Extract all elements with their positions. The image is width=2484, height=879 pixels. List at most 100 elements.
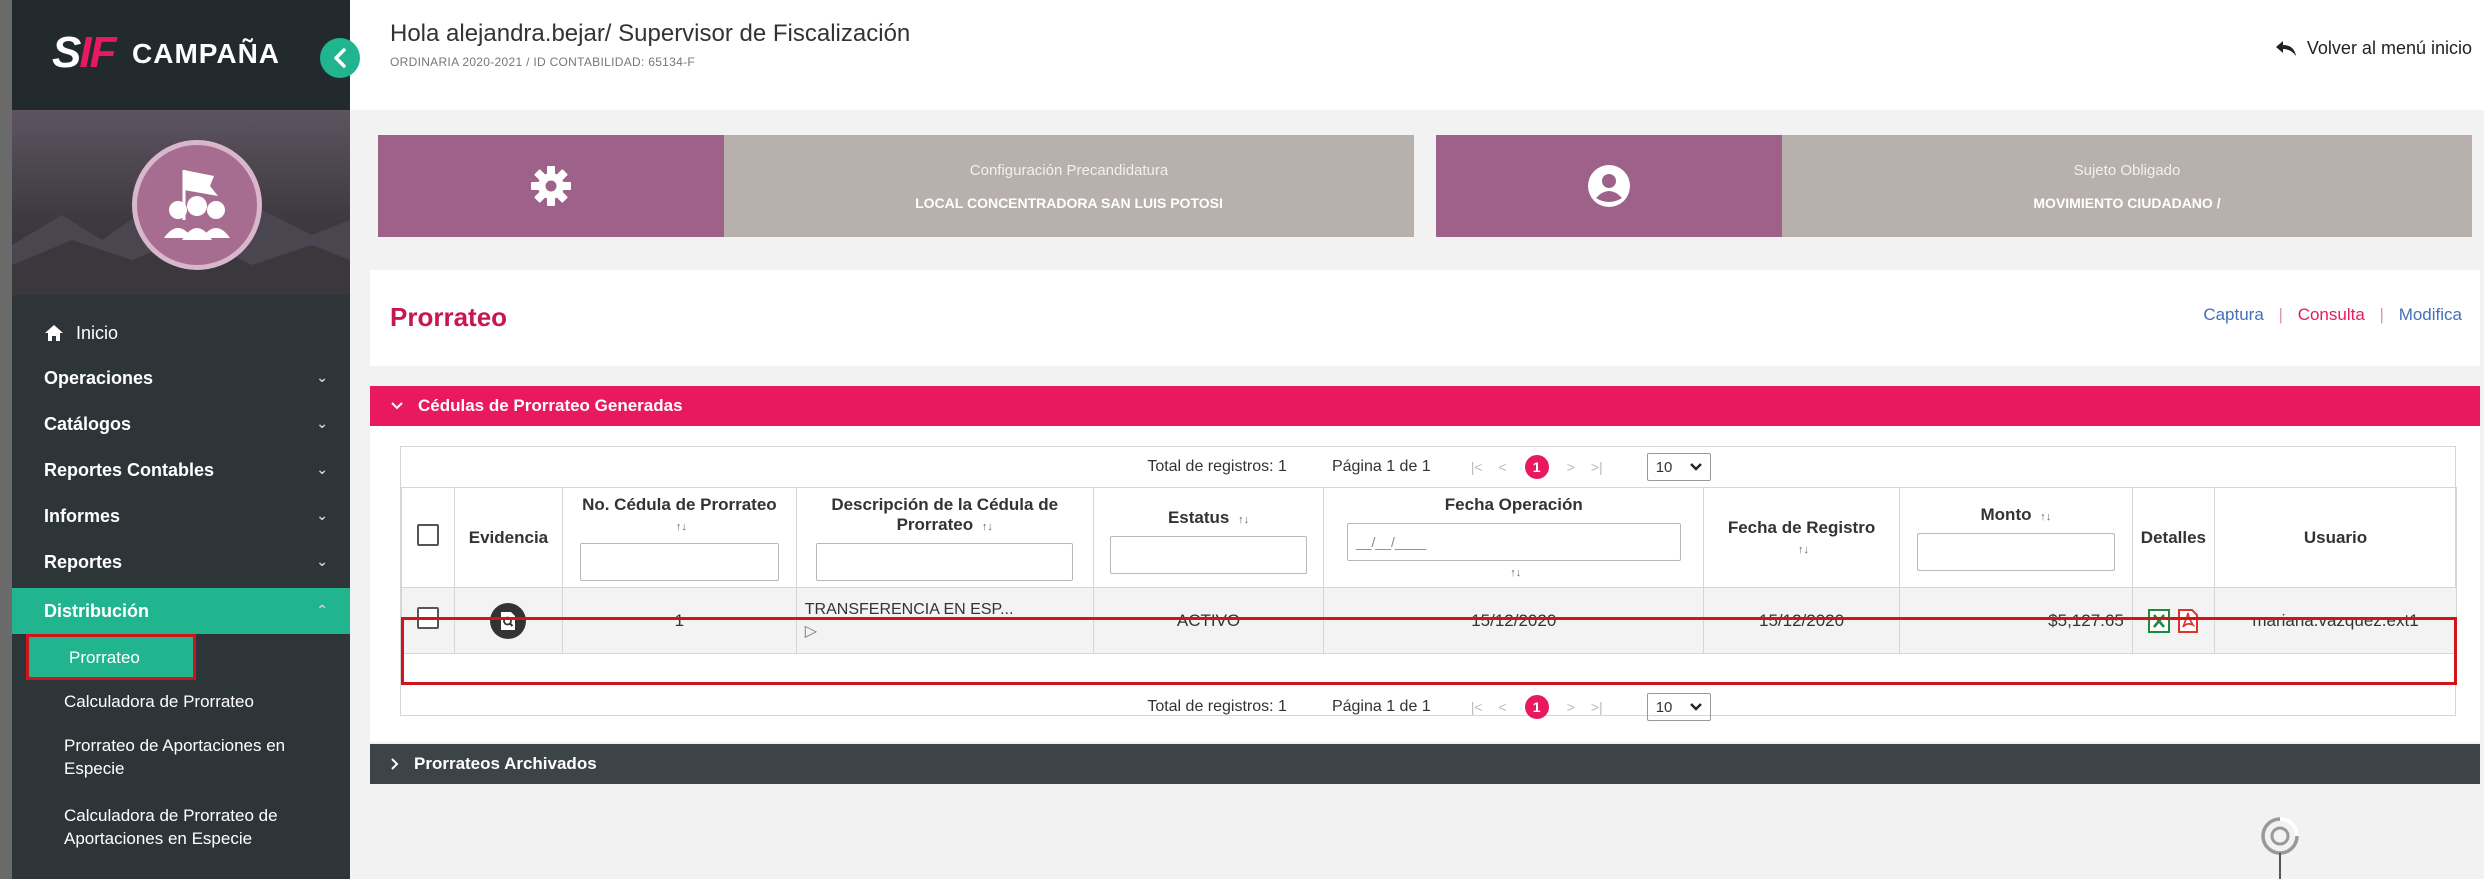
back-to-menu-link[interactable]: Volver al menú inicio [2275,38,2472,59]
pager-top: Total de registros: 1 Página 1 de 1 |< <… [401,447,2457,487]
modifica-link[interactable]: Modifica [2399,305,2462,324]
first-page-icon[interactable]: |< [1471,459,1483,475]
sort-icon[interactable]: ↑↓ [982,521,993,533]
pdf-icon[interactable] [2177,608,2199,633]
sidebar-edge [0,0,12,879]
chevron-down-icon [1689,703,1702,711]
sidebar-item-operaciones[interactable]: Operaciones ⌄ [12,355,350,401]
evidencia-cell [453,587,563,654]
subject-card-icon-box [1436,135,1782,237]
table-header-row: Evidencia No. Cédula de Prorrateo ↑↓ Des… [401,487,2457,588]
user-circle-icon [1588,165,1630,207]
logo-text: CAMPAÑA [132,38,281,69]
profile-hero [12,110,350,295]
page-size-value: 10 [1655,698,1673,716]
page-title-bar: Prorrateo Captura | Consulta | Modifica [370,270,2480,366]
evidencia-header: Evidencia [453,487,563,588]
sidebar-subitem-calculadora-prorrateo[interactable]: Calculadora de Prorrateo [12,690,350,713]
current-page-button[interactable]: 1 [1524,695,1549,719]
current-page-button[interactable]: 1 [1524,455,1549,479]
prev-page-icon[interactable]: < [1499,699,1507,715]
next-page-icon[interactable]: > [1567,699,1575,715]
sidebar-item-reportes-contables[interactable]: Reportes Contables ⌄ [12,447,350,493]
sidebar-subitem-calculadora-aportaciones[interactable]: Calculadora de Prorrateo de Aportaciones… [12,804,312,850]
no-cedula-header[interactable]: No. Cédula de Prorrateo ↑↓ [561,487,797,588]
sidebar-subitem-prorrateo[interactable]: Prorrateo [26,634,196,680]
expand-description-icon[interactable]: ▷ [805,623,817,640]
sidebar-item-distribucion[interactable]: Distribución ⌃ [12,588,350,634]
descripcion-header-label: Descripción de la Cédula de Prorrateo [831,494,1059,534]
config-card-value: LOCAL CONCENTRADORA SAN LUIS POTOSI [915,194,1223,211]
sort-icon[interactable]: ↑↓ [1238,514,1249,526]
excel-icon[interactable] [2148,608,2171,633]
page-size-select[interactable]: 10 [1646,453,1711,481]
group-avatar-icon [132,140,262,270]
estatus-filter-input[interactable] [1110,536,1307,574]
loading-cursor-icon [2261,817,2299,879]
estatus-header[interactable]: Estatus ↑↓ [1092,487,1325,588]
descripcion-cell: TRANSFERENCIA EN ESP... ▷ [795,587,1094,654]
descripcion-header[interactable]: Descripción de la Cédula de Prorrateo ↑↓ [795,487,1094,588]
row-checkbox[interactable] [416,607,439,629]
fecha-operacion-filter-input[interactable]: __/__/____ [1346,522,1681,561]
fecha-registro-cell: 15/12/2020 [1703,587,1900,654]
next-page-icon[interactable]: > [1567,459,1575,475]
chevron-down-icon: ⌄ [316,507,328,523]
descripcion-filter-input[interactable] [815,542,1074,581]
select-all-checkbox[interactable] [416,524,439,546]
sidebar-item-label: Reportes Contables [44,459,215,480]
panel-title: Cédulas de Prorrateo Generadas [418,396,683,415]
sort-icon[interactable]: ↑↓ [1798,544,1809,556]
chevron-down-icon [1689,463,1702,471]
consulta-link[interactable]: Consulta [2298,305,2365,324]
config-card-info: Configuración Precandidatura LOCAL CONCE… [724,135,1414,237]
no-cedula-filter-input[interactable] [579,542,780,581]
sidebar-item-label: Inicio [76,322,119,343]
sort-icon[interactable]: ↑↓ [676,521,687,533]
generated-cedulas-panel-toggle[interactable]: Cédulas de Prorrateo Generadas [370,386,2480,426]
sidebar-subitem-prorrateo-aportaciones[interactable]: Prorrateo de Aportaciones en Especie [12,734,312,780]
prev-page-icon[interactable]: < [1499,459,1507,475]
subject-card-info: Sujeto Obligado MOVIMIENTO CIUDADANO / [1782,135,2472,237]
pager-bottom: Total de registros: 1 Página 1 de 1 |< <… [401,687,2457,727]
link-separator: | [2379,305,2384,324]
captura-link[interactable]: Captura [2203,305,2263,324]
sort-icon[interactable]: ↑↓ [1510,567,1521,579]
archived-prorrateos-panel-toggle[interactable]: Prorrateos Archivados [370,744,2480,784]
collapse-sidebar-button[interactable] [320,38,360,78]
archived-panel-title: Prorrateos Archivados [414,754,597,773]
sidebar-item-inicio[interactable]: Inicio [12,310,350,356]
chevron-up-icon: ⌃ [316,602,328,618]
fecha-registro-header[interactable]: Fecha de Registro ↑↓ [1703,487,1900,588]
back-to-menu-label: Volver al menú inicio [2306,38,2472,58]
chevron-down-icon: ⌄ [316,461,328,477]
home-icon [45,325,63,341]
cedulas-table: Evidencia No. Cédula de Prorrateo ↑↓ Des… [401,487,2457,654]
monto-header[interactable]: Monto ↑↓ [1898,487,2133,588]
fecha-operacion-header[interactable]: Fecha Operación __/__/____ ↑↓ [1323,487,1705,588]
chevron-down-icon: ⌄ [316,415,328,431]
sidebar-subitem-label: Prorrateo de Aportaciones en Especie [64,736,286,778]
last-page-icon[interactable]: >| [1591,459,1603,475]
last-page-icon[interactable]: >| [1591,699,1603,715]
view-evidence-button[interactable] [490,602,527,639]
sidebar-item-catalogos[interactable]: Catálogos ⌄ [12,401,350,447]
monto-filter-input[interactable] [1916,532,2116,571]
sort-icon[interactable]: ↑↓ [2040,511,2051,523]
fecha-operacion-header-label: Fecha Operación [1444,494,1583,514]
sidebar-item-reportes[interactable]: Reportes ⌄ [12,539,350,585]
monto-header-label: Monto [1980,504,2032,524]
sidebar-item-label: Catálogos [44,413,132,434]
chevron-right-icon [391,758,399,770]
sidebar-item-label: Reportes [44,551,123,572]
row-select-cell [401,587,455,654]
sidebar-item-informes[interactable]: Informes ⌄ [12,493,350,539]
table-row[interactable]: 1 TRANSFERENCIA EN ESP... ▷ ACTIVO 15/12… [401,587,2457,654]
page-indicator: Página 1 de 1 [1331,698,1431,715]
accounting-id: ORDINARIA 2020-2021 / ID CONTABILIDAD: 6… [390,55,696,69]
chevron-down-icon [391,402,403,410]
detalles-header: Detalles [2131,487,2216,588]
first-page-icon[interactable]: |< [1471,699,1483,715]
page-size-select[interactable]: 10 [1646,693,1711,721]
sidebar-subitem-label: Calculadora de Prorrateo de Aportaciones… [64,806,278,848]
